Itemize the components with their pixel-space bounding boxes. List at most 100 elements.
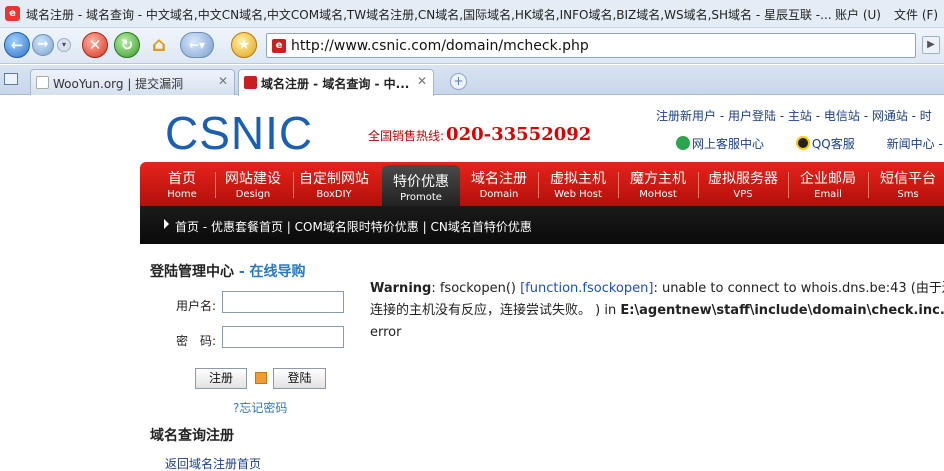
online-service-link[interactable]: 网上客服中心 [676,136,778,151]
username-label: 用户名: [176,299,217,313]
nav-item-home[interactable]: 首页 Home [152,162,212,206]
password-input[interactable] [222,326,344,348]
nav-item-label: 虚拟主机 [550,171,606,187]
tab-bar: WooYun.org | 提交漏洞 ✕ 域名注册 - 域名查询 - 中... ✕… [0,65,944,96]
browser-toolbar: ← → ▾ ✕ ↻ ⌂ ←▾ ★ e http://www.csnic.com/… [0,28,944,64]
go-button-icon[interactable]: ▶ [922,36,940,54]
qq-service-link[interactable]: QQ客服 [795,136,869,151]
rss-feed-icon [255,372,267,384]
nav-item-label: 魔方主机 [630,171,686,187]
tab-label: WooYun.org | 提交漏洞 [53,77,184,91]
stop-icon[interactable]: ✕ [82,32,108,58]
warning-line-2: 连接的主机没有反应，连接尝试失败。 ) in E:\agentnew\staff… [370,300,944,322]
home-icon[interactable]: ⌂ [146,32,172,58]
nav-item-sublabel: Design [235,189,271,200]
nav-item-webhost[interactable]: 虚拟主机 Web Host [543,162,613,206]
subnav-arrow-icon [164,219,169,229]
site-logo[interactable]: CSNIC [165,106,313,160]
site-favicon: e [272,39,286,53]
nav-item-mohost[interactable]: 魔方主机 MoHost [623,162,693,206]
hotline-label: 全国销售热线: [368,129,445,143]
nav-item-promote[interactable]: 特价优惠 Promote [382,165,460,206]
tab-csnic[interactable]: 域名注册 - 域名查询 - 中... ✕ [238,69,434,96]
function-doc-link[interactable]: [function.fsockopen] [520,281,653,296]
tab-favicon [244,76,257,89]
nav-item-design[interactable]: 网站建设 Design [218,162,288,206]
back-to-domain-home-link[interactable]: 返回域名注册首页 [165,455,261,471]
nav-item-sublabel: MoHost [639,189,677,200]
nav-item-sublabel: Email [814,189,842,200]
nav-item-domain[interactable]: 域名注册 Domain [466,162,532,206]
window-title: 域名注册 - 域名查询 - 中文域名,中文CN域名,中文COM域名,TW域名注册… [26,8,832,22]
online-service-icon [676,136,690,150]
refresh-icon[interactable]: ↻ [114,32,140,58]
forgot-password-link[interactable]: ?忘记密码 [233,399,287,416]
php-warning: Warning: fsockopen() [function.fsockopen… [370,278,944,344]
password-label: 密 码: [176,334,217,348]
username-input[interactable] [222,291,344,313]
qq-penguin-icon [795,136,810,150]
promo-subnav: 首页 - 优惠套餐首页 | COM域名限时特价优惠 | CN域名首特价优惠 [140,206,944,244]
nav-separator [293,172,294,198]
nav-item-sublabel: Sms [897,189,919,200]
menu-account[interactable]: 账户 (U) [835,6,881,23]
sidebar-toggle-icon[interactable] [4,73,18,85]
nav-item-sublabel: Domain [479,189,519,200]
login-title-text: 登陆管理中心 [150,264,234,280]
warning-text-a: : fsockopen() [431,281,521,296]
nav-item-vps[interactable]: 虚拟服务器 VPS [702,162,784,206]
forward-arrow-icon[interactable]: → [32,34,54,56]
nav-item-label: 首页 [168,171,196,187]
nav-separator [788,172,789,198]
tab-close-icon[interactable]: ✕ [218,74,228,88]
recent-pages-icon[interactable]: ←▾ [180,32,214,58]
nav-item-label: 企业邮局 [800,171,856,187]
warning-file-path: E:\agentnew\staff\include\domain\check.i… [620,303,944,318]
browser-app-icon: e [5,6,20,21]
warning-text-c: 连接的主机没有反应，连接尝试失败。 ) in [370,303,621,318]
nav-item-sms[interactable]: 短信平台 Sms [873,162,943,206]
new-tab-plus-icon[interactable]: + [450,73,467,90]
nav-item-label: 网站建设 [225,171,281,187]
tab-label: 域名注册 - 域名查询 - 中... [261,77,410,91]
warning-text-b: : unable to connect to whois.dns.be:43 (… [653,281,944,296]
address-url[interactable]: http://www.csnic.com/domain/mcheck.php [291,38,589,54]
warning-label: Warning [370,281,432,296]
warning-line-1: Warning: fsockopen() [function.fsockopen… [370,278,944,300]
nav-item-label: 短信平台 [880,171,936,187]
nav-separator [868,172,869,198]
online-service-label: 网上客服中心 [692,137,765,151]
favorites-star-icon[interactable]: ★ [231,32,257,58]
nav-separator [538,172,539,198]
nav-item-label: 自定制网站 [299,171,369,187]
tab-wooyun[interactable]: WooYun.org | 提交漏洞 ✕ [30,69,235,95]
menu-file[interactable]: 文件 (F) [894,6,938,23]
register-button[interactable]: 注册 [195,368,247,389]
history-dropdown-icon[interactable]: ▾ [57,38,71,52]
login-button[interactable]: 登陆 [273,368,326,389]
window-titlebar: e 域名注册 - 域名查询 - 中文域名,中文CN域名,中文COM域名,TW域名… [0,0,944,28]
nav-item-label: 虚拟服务器 [708,171,778,187]
top-links[interactable]: 注册新用户 - 用户登陆 - 主站 - 电信站 - 网通站 - 时 [656,107,932,124]
nav-item-label: 特价优惠 [393,174,449,190]
nav-separator [215,172,216,198]
service-links: 网上客服中心 QQ客服 新闻中心 - 客 [676,135,944,152]
news-center-link[interactable]: 新闻中心 - 客 [887,137,944,151]
online-guide-link[interactable]: - 在线导购 [234,264,306,280]
domain-search-title: 域名查询注册 [150,428,234,444]
sales-hotline: 全国销售热线: 020-33552092 [368,124,591,145]
nav-separator [698,172,699,198]
nav-item-boxdiy[interactable]: 自定制网站 BoxDIY [296,162,372,206]
nav-separator [618,172,619,198]
nav-item-sublabel: Home [167,189,197,200]
tab-close-icon[interactable]: ✕ [417,74,427,88]
hotline-number: 020-33552092 [446,124,592,145]
back-arrow-icon[interactable]: ← [4,32,30,58]
nav-item-sublabel: VPS [733,189,753,200]
address-bar[interactable]: e http://www.csnic.com/domain/mcheck.php [266,33,916,58]
nav-item-email[interactable]: 企业邮局 Email [792,162,864,206]
nav-item-sublabel: Web Host [554,189,602,200]
qq-service-label: QQ客服 [811,137,855,151]
nav-item-sublabel: Promote [400,192,442,203]
subnav-links[interactable]: 首页 - 优惠套餐首页 | COM域名限时特价优惠 | CN域名首特价优惠 [175,218,532,235]
